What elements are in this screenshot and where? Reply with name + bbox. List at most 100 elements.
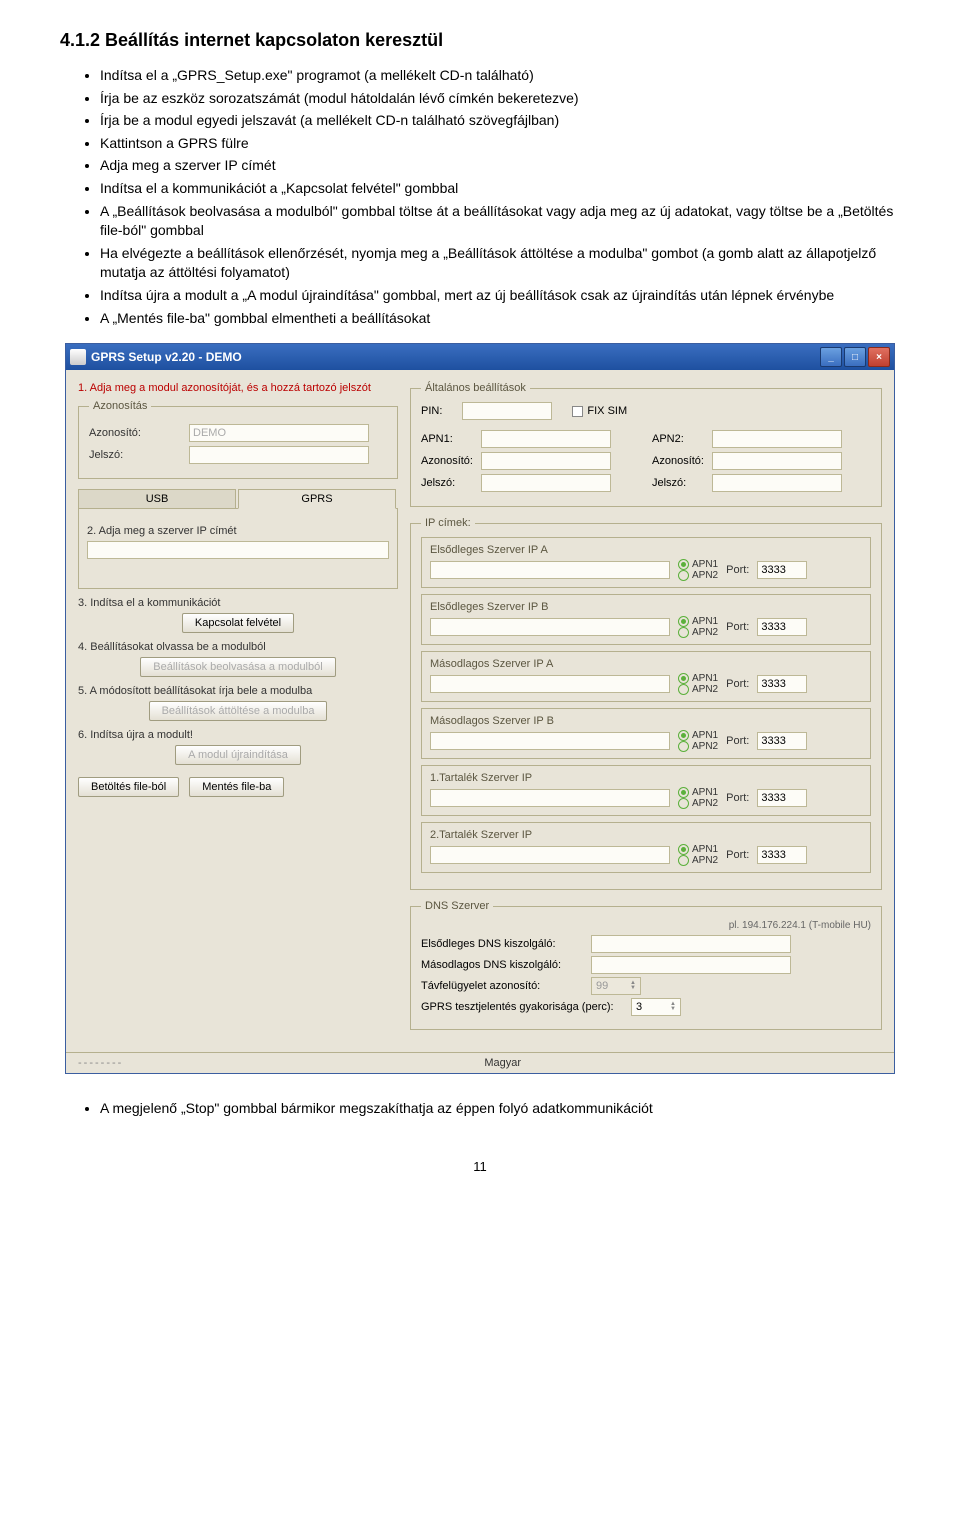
read-settings-button[interactable]: Beállítások beolvasása a modulból [140,657,335,677]
status-bar: -------- Magyar [66,1052,894,1073]
ip-block-title: Másodlagos Szerver IP A [430,658,862,670]
ip-input[interactable] [430,618,670,636]
footer-bullet: A megjelenő „Stop" gombbal bármikor megs… [100,1099,860,1119]
ip-input[interactable] [430,789,670,807]
page-number: 11 [60,1159,900,1174]
pin-label: PIN: [421,405,442,417]
ip-input[interactable] [430,732,670,750]
az2-input[interactable] [712,452,842,470]
app-window: GPRS Setup v2.20 - DEMO _ □ × 1. Adja me… [65,343,895,1074]
tab-gprs[interactable]: GPRS [238,489,396,509]
fix-sim-checkbox[interactable]: FIX SIM [572,405,627,417]
connect-button[interactable]: Kapcsolat felvétel [182,613,294,633]
write-settings-button[interactable]: Beállítások áttöltése a modulba [149,701,328,721]
tavf-spinner[interactable]: 99▲▼ [591,977,641,995]
instruction-list: Indítsa el a „GPRS_Setup.exe" programot … [60,66,900,328]
ip-block-2: Másodlagos Szerver IP A APN1APN2 Port: [421,651,871,702]
load-file-button[interactable]: Betöltés file-ból [78,777,179,797]
close-button[interactable]: × [868,347,890,367]
apn1-radio[interactable]: APN1 [678,730,718,741]
instruction-item: Indítsa el a kommunikációt a „Kapcsolat … [100,179,900,199]
ip-block-title: 1.Tartalék Szerver IP [430,772,862,784]
dns2-input[interactable] [591,956,791,974]
save-file-button[interactable]: Mentés file-ba [189,777,284,797]
port-input[interactable] [757,675,807,693]
status-indicator: -------- [78,1057,123,1069]
apn2-radio[interactable]: APN2 [678,684,718,695]
step5-label: 5. A módosított beállításokat írja bele … [78,685,398,697]
ip-block-title: Elsődleges Szerver IP A [430,544,862,556]
apn2-label: APN2: [652,433,712,445]
spinner-arrows-icon: ▲▼ [630,981,636,991]
port-input[interactable] [757,732,807,750]
minimize-button[interactable]: _ [820,347,842,367]
ip-block-1: Elsődleges Szerver IP BAPN1APN2Port: [421,594,871,645]
port-input[interactable] [757,789,807,807]
ip-block-title: 2.Tartalék Szerver IP [430,829,862,841]
ip-input[interactable] [430,675,670,693]
step2-label: 2. Adja meg a szerver IP címét [87,525,389,537]
jel1-input[interactable] [481,474,611,492]
dns1-input[interactable] [591,935,791,953]
port-input[interactable] [757,618,807,636]
jel1-label: Jelszó: [421,477,481,489]
dns1-label: Elsődleges DNS kiszolgáló: [421,938,591,950]
dns2-label: Másodlagos DNS kiszolgáló: [421,959,591,971]
jel2-input[interactable] [712,474,842,492]
port-label: Port: [726,849,749,861]
instruction-item: Indítsa el a „GPRS_Setup.exe" programot … [100,66,900,86]
ip-block-3: Másodlagos Szerver IP B APN1APN2 Port: [421,708,871,759]
ip-input[interactable] [430,846,670,864]
apn2-radio[interactable]: APN2 [678,570,718,581]
apn2-radio[interactable]: APN2 [678,627,718,638]
apn1-label: APN1: [421,433,481,445]
ip-addresses-fieldset: IP címek: Elsődleges Szerver IP AAPN1APN… [410,517,882,890]
port-label: Port: [726,735,749,747]
language-label[interactable]: Magyar [123,1057,882,1069]
titlebar: GPRS Setup v2.20 - DEMO _ □ × [66,344,894,370]
pin-input[interactable] [462,402,552,420]
apn1-radio[interactable]: APN1 [678,787,718,798]
port-label: Port: [726,792,749,804]
port-label: Port: [726,621,749,633]
ip-input[interactable] [430,561,670,579]
app-icon [70,349,86,365]
apn1-radio[interactable]: APN1 [678,559,718,570]
apn1-radio[interactable]: APN1 [678,616,718,627]
instruction-item: Ha elvégezte a beállítások ellenőrzését,… [100,244,900,283]
instruction-item: Írja be az eszköz sorozatszámát (modul h… [100,89,900,109]
section-heading: 4.1.2 Beállítás internet kapcsolaton ker… [60,30,900,51]
gprs-test-spinner[interactable]: 3▲▼ [631,998,681,1016]
server-ip-input[interactable] [87,541,389,559]
general-settings-fieldset: Általános beállítások PIN: FIX SIM APN1:… [410,382,882,507]
apn2-radio[interactable]: APN2 [678,798,718,809]
apn1-radio[interactable]: APN1 [678,673,718,684]
dns-legend: DNS Szerver [421,900,493,912]
apn2-radio[interactable]: APN2 [678,855,718,866]
apn2-radio[interactable]: APN2 [678,741,718,752]
tab-usb[interactable]: USB [78,489,236,508]
apn1-input[interactable] [481,430,611,448]
id-input[interactable] [189,424,369,442]
spinner-arrows-icon: ▲▼ [670,1002,676,1012]
dns-fieldset: DNS Szerver pl. 194.176.224.1 (T-mobile … [410,900,882,1030]
instruction-item: Kattintson a GPRS fülre [100,134,900,154]
tab-body: 2. Adja meg a szerver IP címét [78,509,398,589]
port-input[interactable] [757,846,807,864]
apn1-radio[interactable]: APN1 [678,844,718,855]
step4-label: 4. Beállításokat olvassa be a modulból [78,641,398,653]
maximize-button[interactable]: □ [844,347,866,367]
restart-module-button[interactable]: A modul újraindítása [175,745,301,765]
apn2-input[interactable] [712,430,842,448]
port-label: Port: [726,678,749,690]
ip-block-title: Másodlagos Szerver IP B [430,715,862,727]
step3-label: 3. Indítsa el a kommunikációt [78,597,398,609]
step1-text: 1. Adja meg a modul azonosítóját, és a h… [78,382,398,394]
port-input[interactable] [757,561,807,579]
pw-input[interactable] [189,446,369,464]
az1-input[interactable] [481,452,611,470]
ip-block-0: Elsődleges Szerver IP AAPN1APN2Port: [421,537,871,588]
step6-label: 6. Indítsa újra a modult! [78,729,398,741]
instruction-item: Adja meg a szerver IP címét [100,156,900,176]
footer-list: A megjelenő „Stop" gombbal bármikor megs… [60,1099,900,1119]
